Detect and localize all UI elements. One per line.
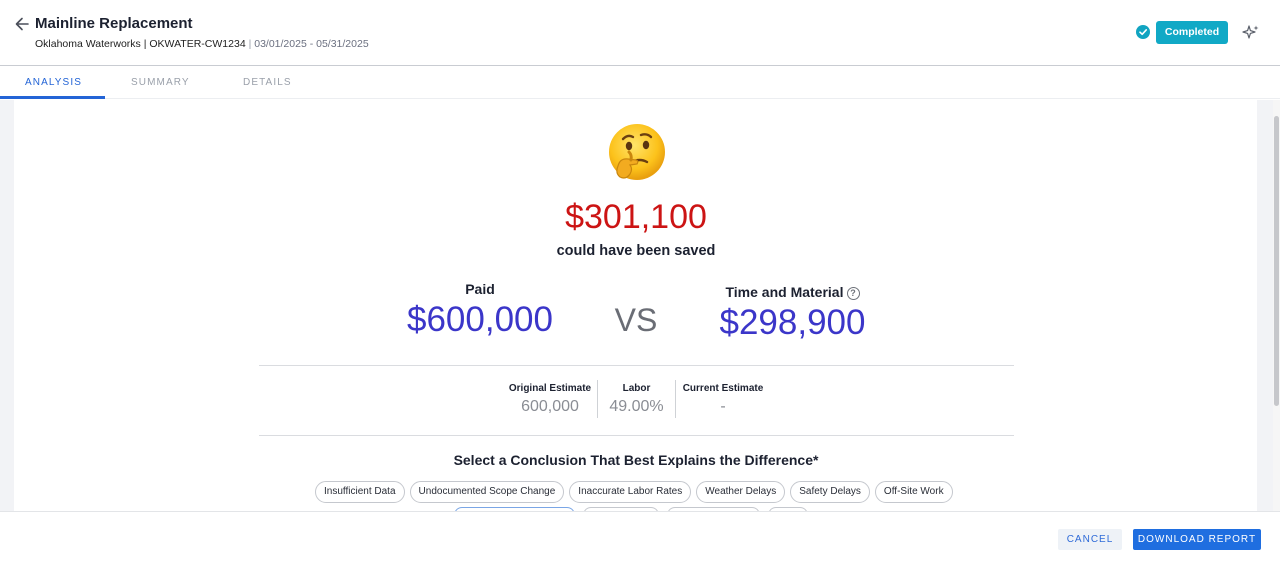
download-report-button[interactable]: DOWNLOAD REPORT: [1133, 529, 1261, 550]
conclusion-chip-insufficient-data[interactable]: Insufficient Data: [315, 481, 405, 503]
organization-name: Oklahoma Waterworks: [35, 38, 141, 50]
conclusion-chip-weather-delays[interactable]: Weather Delays: [696, 481, 786, 503]
subtitle-separator: |: [248, 38, 252, 50]
arrow-left-icon[interactable]: [13, 14, 31, 34]
cancel-button[interactable]: CANCEL: [1058, 529, 1122, 550]
active-tab-indicator: [0, 96, 105, 99]
page-title: Mainline Replacement: [35, 15, 193, 32]
status-badge: Completed: [1156, 21, 1228, 44]
thinking-face-emoji: [609, 124, 665, 180]
check-circle-icon: [1136, 25, 1150, 39]
date-range: 03/01/2025 - 05/31/2025: [254, 38, 369, 50]
labor-column: Labor 49.00%: [600, 383, 673, 416]
original-estimate-value: 600,000: [521, 398, 579, 415]
time-and-material-label: Time and Material?: [690, 284, 895, 300]
conclusion-chip-undocumented-scope-change[interactable]: Undocumented Scope Change: [409, 481, 565, 503]
paid-amount: $600,000: [407, 300, 553, 339]
tab-details[interactable]: DETAILS: [243, 77, 292, 88]
conclusion-prompt: Select a Conclusion That Best Explains t…: [453, 452, 819, 468]
project-subtitle: Oklahoma Waterworks | OKWATER-CW1234 | 0…: [35, 38, 369, 50]
tab-bar: ANALYSIS SUMMARY DETAILS: [0, 67, 1280, 99]
labor-label: Labor: [622, 383, 651, 394]
subtitle-separator: |: [143, 38, 147, 50]
conclusion-options: Insufficient Data Undocumented Scope Cha…: [315, 481, 953, 503]
scrollbar-thumb[interactable]: [1274, 116, 1279, 406]
conclusion-chip-inaccurate-labor-rates[interactable]: Inaccurate Labor Rates: [569, 481, 692, 503]
paid-label: Paid: [465, 281, 495, 297]
labor-value: 49.00%: [609, 398, 664, 415]
project-code: OKWATER-CW1234: [149, 38, 246, 50]
current-estimate-value: -: [720, 398, 726, 415]
conclusion-chip-off-site-work[interactable]: Off-Site Work: [874, 481, 953, 503]
column-divider: [675, 380, 676, 418]
current-estimate-label: Current Estimate: [682, 383, 764, 394]
question-circle-icon[interactable]: ?: [846, 287, 860, 300]
tab-summary[interactable]: SUMMARY: [131, 77, 190, 88]
column-divider: [597, 380, 598, 418]
versus-label: VS: [614, 302, 658, 338]
divider: [259, 365, 1014, 366]
potential-savings-amount: $301,100: [565, 198, 707, 236]
time-and-material-text: Time and Material: [725, 284, 844, 300]
original-estimate-label: Original Estimate: [508, 383, 592, 394]
potential-savings-caption: could have been saved: [556, 243, 716, 259]
page-header: Mainline Replacement Oklahoma Waterworks…: [0, 0, 1280, 66]
conclusion-chip-safety-delays[interactable]: Safety Delays: [790, 481, 870, 503]
original-estimate-column: Original Estimate 600,000: [505, 383, 595, 416]
report-page: Mainline Replacement Oklahoma Waterworks…: [0, 0, 1280, 564]
sparkle-icon[interactable]: [1242, 24, 1260, 42]
time-and-material-amount: $298,900: [719, 303, 866, 342]
current-estimate-column: Current Estimate -: [679, 383, 767, 416]
tab-analysis[interactable]: ANALYSIS: [25, 77, 82, 88]
divider: [259, 435, 1014, 436]
